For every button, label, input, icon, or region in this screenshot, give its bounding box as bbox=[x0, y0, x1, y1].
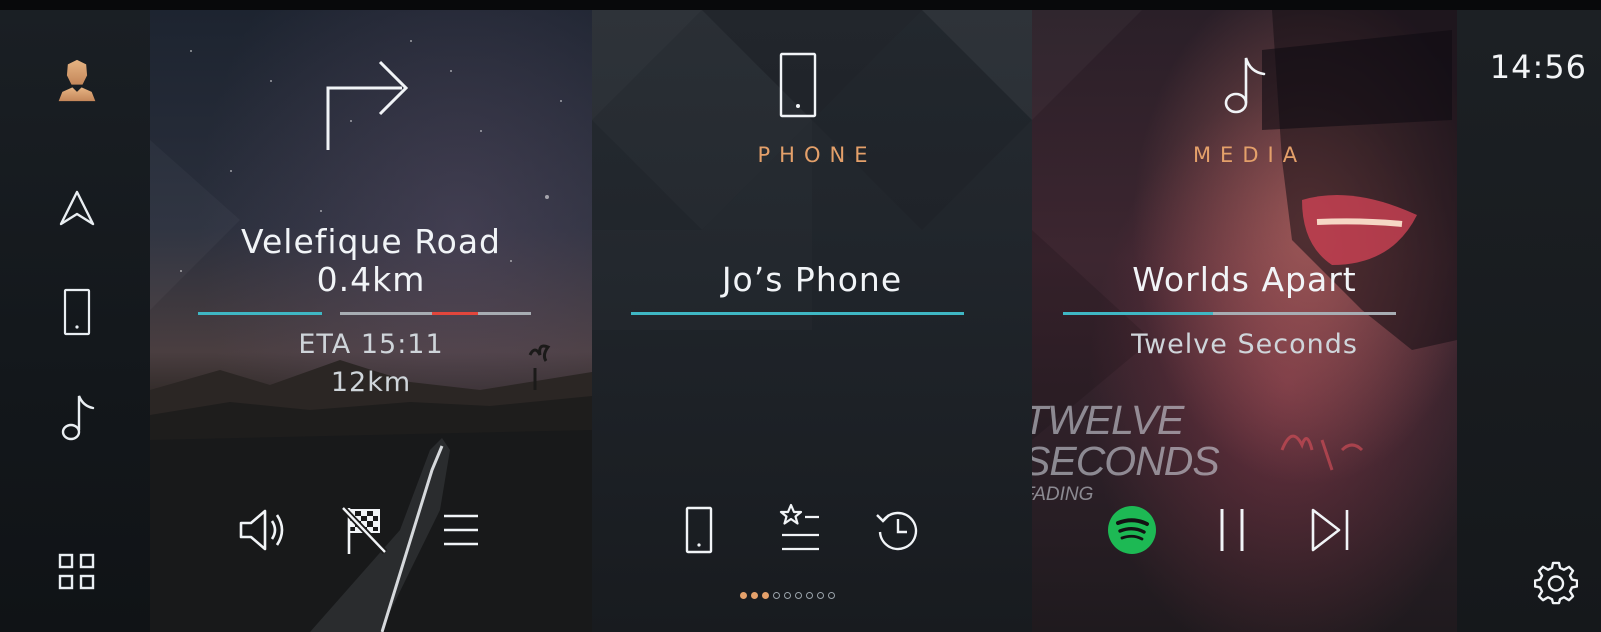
page-indicator[interactable] bbox=[740, 592, 835, 599]
album-art-line-1: TWELVE bbox=[1032, 397, 1184, 443]
page-dot[interactable] bbox=[784, 592, 791, 599]
distance-to-turn: 0.4km bbox=[316, 260, 426, 299]
track-progress-fill bbox=[1063, 312, 1213, 315]
page-dot[interactable] bbox=[806, 592, 813, 599]
skip-next-icon[interactable] bbox=[1301, 500, 1361, 560]
favorites-list-icon[interactable] bbox=[770, 498, 830, 558]
album-art-line-2: SECONDS bbox=[1032, 438, 1220, 484]
connected-phone-name: Jo’s Phone bbox=[721, 260, 903, 299]
phone-header-icon bbox=[778, 52, 818, 122]
route-progress-done bbox=[198, 312, 322, 315]
traffic-delay-segment bbox=[432, 312, 478, 315]
clock: 14:56 bbox=[1489, 48, 1587, 86]
recent-calls-icon[interactable] bbox=[868, 500, 928, 560]
phone-icon[interactable] bbox=[55, 288, 99, 336]
artist-name: Twelve Seconds bbox=[1131, 329, 1358, 360]
phone-title: PHONE bbox=[757, 143, 877, 167]
page-dot[interactable] bbox=[773, 592, 780, 599]
page-dot[interactable] bbox=[751, 592, 758, 599]
page-dot[interactable] bbox=[828, 592, 835, 599]
pause-icon[interactable] bbox=[1202, 500, 1262, 560]
music-note-icon[interactable] bbox=[55, 395, 99, 441]
top-bezel bbox=[0, 0, 1601, 10]
volume-icon[interactable] bbox=[234, 500, 294, 560]
album-art-text: TWELVE SECONDS FADING bbox=[1032, 397, 1220, 506]
page-dot[interactable] bbox=[762, 592, 769, 599]
remaining-distance: 12km bbox=[330, 367, 412, 398]
infotainment-home-screen: Velefique Road 0.4km ETA 15:11 12km PHON… bbox=[0, 0, 1601, 632]
street-name: Velefique Road bbox=[240, 222, 502, 261]
media-panel[interactable]: MEDIA Worlds Apart Twelve Seconds TWELVE… bbox=[1032, 10, 1457, 632]
route-progress-remaining-b bbox=[478, 312, 531, 315]
page-dot[interactable] bbox=[795, 592, 802, 599]
profile-icon[interactable] bbox=[55, 58, 99, 102]
phone-panel[interactable]: PHONE Jo’s Phone bbox=[592, 10, 1032, 632]
settings-gear-icon[interactable] bbox=[1533, 561, 1579, 605]
spotify-icon[interactable] bbox=[1102, 500, 1162, 560]
page-dot[interactable] bbox=[740, 592, 747, 599]
left-sidebar bbox=[0, 10, 150, 632]
media-header-icon bbox=[1218, 54, 1268, 120]
turn-right-arrow-icon bbox=[322, 54, 412, 158]
menu-icon[interactable] bbox=[431, 500, 491, 560]
track-title: Worlds Apart bbox=[1132, 260, 1357, 299]
right-sidebar: 14:56 bbox=[1457, 10, 1601, 632]
phone-icon[interactable] bbox=[669, 500, 729, 560]
apps-grid-icon[interactable] bbox=[55, 550, 99, 594]
phone-underline bbox=[631, 312, 964, 315]
navigation-panel[interactable]: Velefique Road 0.4km ETA 15:11 12km bbox=[150, 10, 592, 632]
navigation-arrow-icon[interactable] bbox=[55, 186, 99, 230]
eta: ETA 15:11 bbox=[298, 329, 444, 360]
destination-flag-off-icon[interactable] bbox=[334, 500, 394, 560]
page-dot[interactable] bbox=[817, 592, 824, 599]
media-title: MEDIA bbox=[1192, 143, 1307, 167]
route-progress-remaining-a bbox=[340, 312, 432, 315]
